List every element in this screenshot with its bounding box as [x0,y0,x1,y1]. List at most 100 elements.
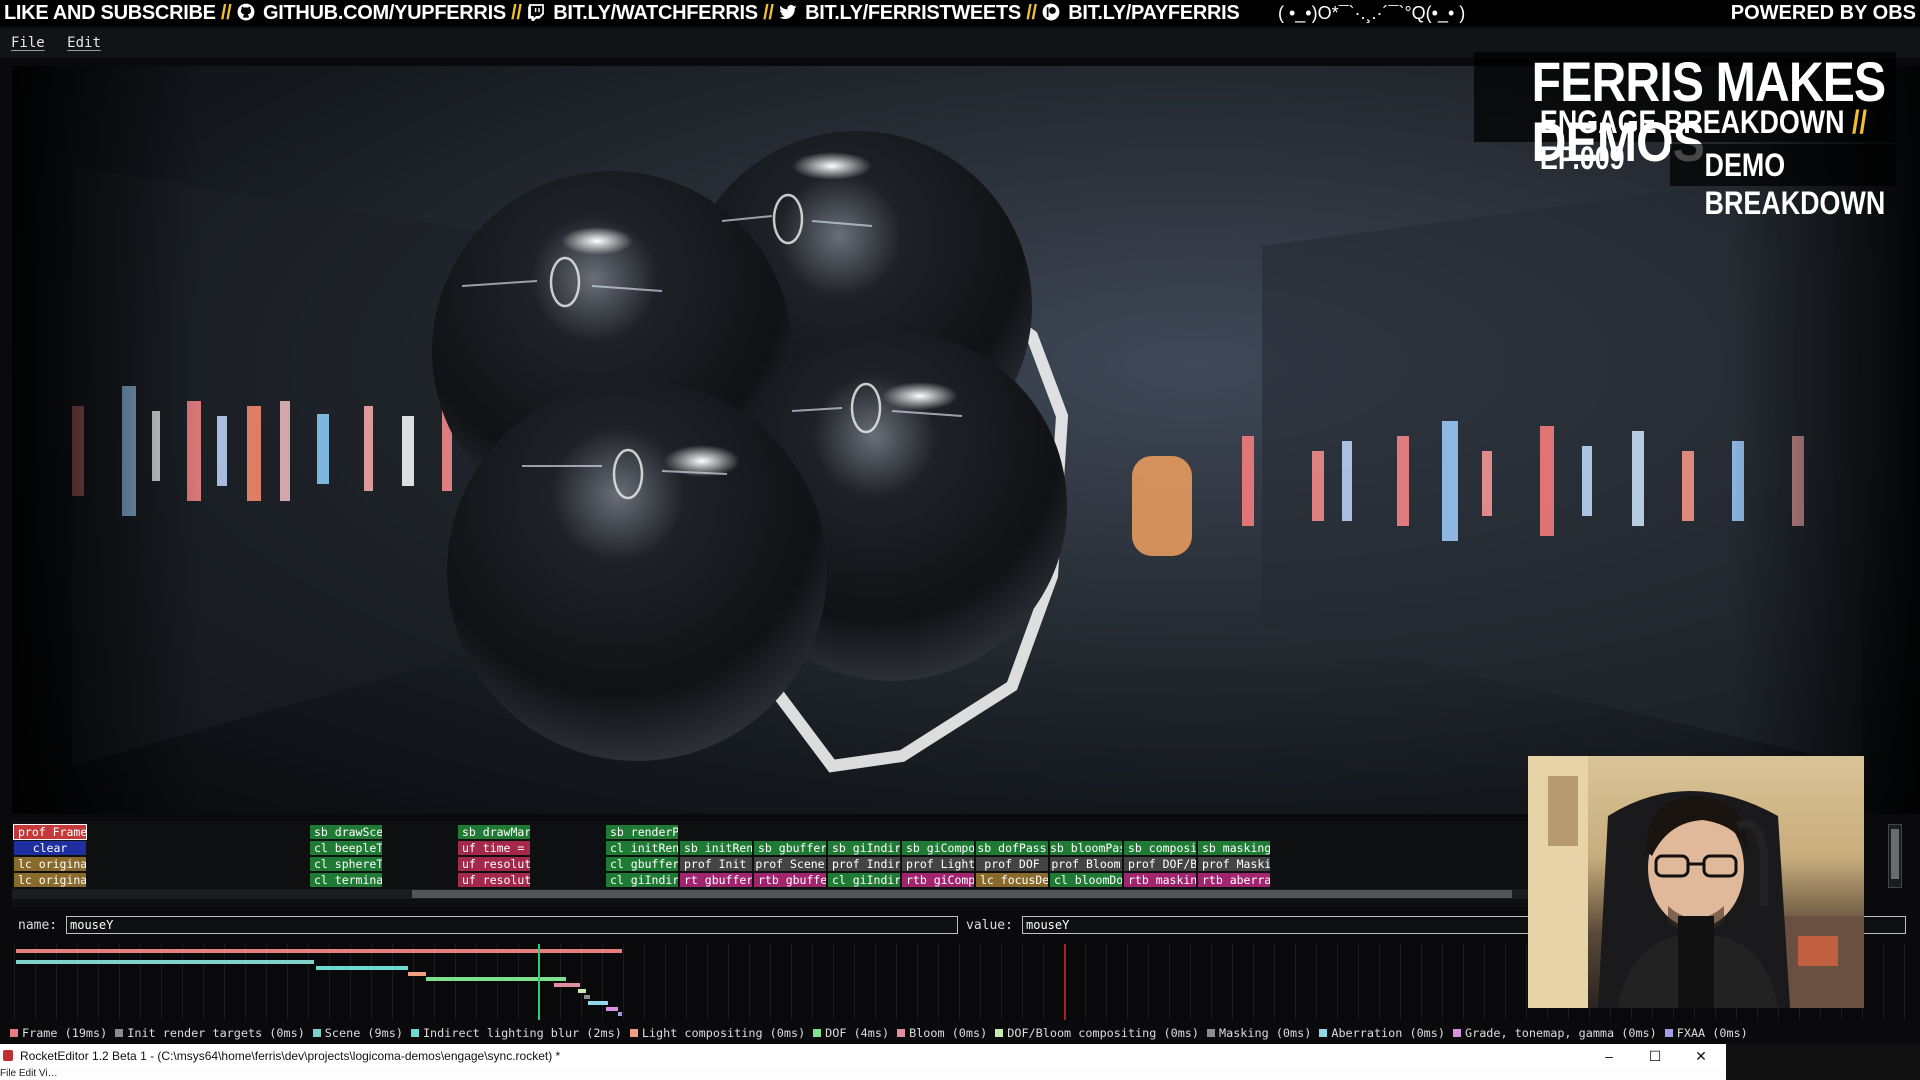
webcam-overlay [1528,756,1864,1008]
menu-file[interactable]: File [11,35,45,51]
track-key-cell[interactable]: sb initRend… [680,841,752,855]
legend-swatch [410,1029,419,1037]
legend-swatch [1664,1029,1673,1037]
close-button[interactable]: ✕ [1678,1044,1724,1068]
episode-subtitle: ENGAGE BREAKDOWN [1539,104,1845,140]
ticker-patreon: BIT.LY/PAYFERRIS [1068,2,1240,24]
track-key-cell[interactable]: lc original… [14,857,86,871]
legend-swatch [1319,1029,1328,1037]
ticker-left: LIKE AND SUBSCRIBE // GITHUB.COM/YUPFERR… [4,0,1240,26]
episode-number: EP.009 [1539,140,1625,176]
track-key-cell[interactable]: sb giIndire… [828,841,900,855]
legend-swatch [115,1029,124,1037]
track-key-cell[interactable]: cl giIndire… [606,873,678,887]
maximize-button[interactable]: ☐ [1632,1044,1678,1068]
window-titlebar[interactable]: RocketEditor 1.2 Beta 1 - (C:\msys64\hom… [0,1044,1726,1068]
track-key-cell[interactable]: sb bloomPass [1050,841,1122,855]
legend-item: Aberration (0ms) [1319,1026,1445,1040]
track-key-cell[interactable]: prof Indire… [828,857,900,871]
track-key-cell[interactable]: sb masking [1198,841,1270,855]
legend-label: Light compositing (0ms) [641,1026,806,1040]
track-key-cell[interactable]: lc original… [14,873,86,887]
timing-bar-bloom [554,983,580,987]
demo-scene-image [12,66,1920,814]
ticker-separator: // [763,2,774,24]
track-key-cell[interactable]: prof DOF [976,857,1048,871]
legend-label: Aberration (0ms) [1331,1026,1445,1040]
ticker-twitter: BIT.LY/FERRISTWEETS [805,2,1021,24]
legend-label: Frame (19ms) [22,1026,108,1040]
track-key-cell[interactable]: rtb gbuffer… [754,873,826,887]
track-key-cell[interactable]: sb drawScene [310,825,382,839]
track-key-cell[interactable]: clear [14,841,86,855]
track-key-cell[interactable]: cl giIndire… [828,873,900,887]
timing-legend: Frame (19ms) Init render targets (0ms) Sce… [10,1025,1920,1041]
timing-bar-comp [578,989,586,993]
menu-edit[interactable]: Edit [67,35,101,51]
track-key-cell[interactable]: prof Maski… [1198,857,1270,871]
scrollbar-thumb[interactable] [412,890,1512,898]
track-key-cell[interactable]: prof Light … [902,857,974,871]
track-key-cell[interactable]: sb giCompos… [902,841,974,855]
legend-label: FXAA (0ms) [1676,1026,1748,1040]
legend-label: Grade, tonemap, gamma (0ms) [1464,1026,1657,1040]
track-key-cell[interactable]: rtb masking… [1124,873,1196,887]
track-key-cell[interactable]: prof Scene [754,857,826,871]
name-input[interactable] [66,916,958,934]
track-key-cell[interactable]: uf time = t… [458,841,530,855]
scrollbar-thumb[interactable] [1891,829,1899,879]
track-key-cell[interactable]: prof Bloom [1050,857,1122,871]
timing-bar-dof [426,977,566,981]
show-title-banner: FERRIS MAKES DEMOS ENGAGE BREAKDOWN // E… [1474,52,1896,176]
track-key-cell[interactable]: sb composit… [1124,841,1196,855]
track-vertical-scrollbar[interactable] [1888,824,1902,888]
ticker-separator: // [1026,2,1037,24]
twitch-icon [528,4,544,21]
github-icon [237,3,255,21]
track-key-cell[interactable]: sb drawMarc… [458,825,530,839]
segment-tag-label: DEMO BREAKDOWN [1704,147,1886,221]
window-menubar-partial[interactable]: File Edit Vi… [0,1068,1726,1080]
taskbar-preview [1726,1044,1920,1080]
legend-item: DOF/Bloom compositing (0ms) [995,1026,1199,1040]
legend-swatch [312,1029,321,1037]
name-label: name: [18,918,58,933]
legend-label: Init render targets (0ms) [127,1026,305,1040]
track-key-cell[interactable]: rtb aberra… [1198,873,1270,887]
track-key-cell[interactable]: cl gbufferP… [606,857,678,871]
track-key-cell[interactable]: sb renderPi… [606,825,678,839]
ticker-subscribe: LIKE AND SUBSCRIBE [4,2,216,24]
legend-swatch [1452,1029,1461,1037]
app-icon [3,1050,13,1061]
track-key-cell[interactable]: sb gbufferP… [754,841,826,855]
track-key-cell[interactable]: prof DOF/Bl… [1124,857,1196,871]
minimize-button[interactable]: – [1586,1044,1632,1068]
legend-swatch [629,1029,638,1037]
track-key-cell[interactable]: cl bloomDow… [1050,873,1122,887]
track-key-cell[interactable]: prof Init r… [680,857,752,871]
track-key-cell[interactable]: cl sphereTh… [310,857,382,871]
legend-label: Indirect lighting blur (2ms) [422,1026,622,1040]
legend-item: Frame (19ms) [10,1026,107,1040]
track-key-cell[interactable]: lc focusDep… [976,873,1048,887]
track-key-cell[interactable]: rtb giCompo… [902,873,974,887]
ticker-emoticon: ( •_•)O*¯`·.¸.·´¯`°Q(•_• ) [1278,3,1466,23]
timing-bar-fxaa [618,1012,622,1016]
legend-item: Init render targets (0ms) [115,1026,305,1040]
demo-render-viewport[interactable] [12,66,1920,814]
patreon-icon [1042,3,1060,21]
track-key-cell[interactable]: sb dofPass [976,841,1048,855]
track-key-cell[interactable]: cl initRend… [606,841,678,855]
track-key-cell[interactable]: uf resoluti… [458,873,530,887]
track-key-cell[interactable]: uf resoluti… [458,857,530,871]
track-key-cell[interactable]: cl beepleTu… [310,841,382,855]
legend-swatch [813,1029,822,1037]
track-key-cell[interactable]: rt gbufferT… [680,873,752,887]
timing-bar-mask [584,995,590,999]
track-key-cell[interactable]: prof Frame [13,824,87,840]
track-horizontal-scrollbar[interactable] [12,889,1530,899]
legend-swatch [10,1029,18,1037]
track-key-cell[interactable]: cl terminat… [310,873,382,887]
legend-swatch [1207,1029,1215,1037]
ticker-separator: // [220,2,232,24]
